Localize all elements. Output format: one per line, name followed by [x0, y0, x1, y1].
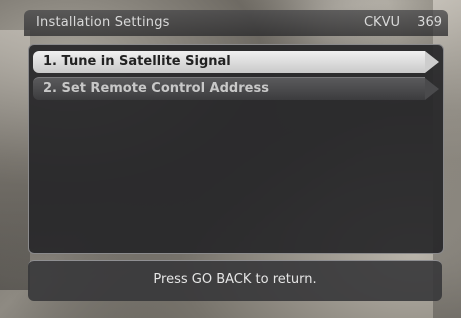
menu-title: Installation Settings: [36, 15, 170, 30]
menu-list: 1. Tune in Satellite Signal 2. Set Remot…: [28, 44, 444, 254]
installation-settings-osd: Installation Settings CKVU 369 1. Tune i…: [24, 10, 448, 302]
back-hint: Press GO BACK to return.: [153, 272, 317, 287]
title-bar: Installation Settings CKVU 369: [24, 10, 448, 36]
menu-item-label: 2. Set Remote Control Address: [43, 81, 269, 96]
channel-number: 369: [417, 15, 442, 30]
menu-item-label: 1. Tune in Satellite Signal: [43, 54, 231, 69]
footer-hint-bar: Press GO BACK to return.: [28, 260, 442, 301]
channel-name: CKVU: [363, 15, 400, 30]
menu-item-tune-satellite[interactable]: 1. Tune in Satellite Signal: [33, 51, 439, 73]
menu-item-remote-address[interactable]: 2. Set Remote Control Address: [33, 77, 439, 100]
